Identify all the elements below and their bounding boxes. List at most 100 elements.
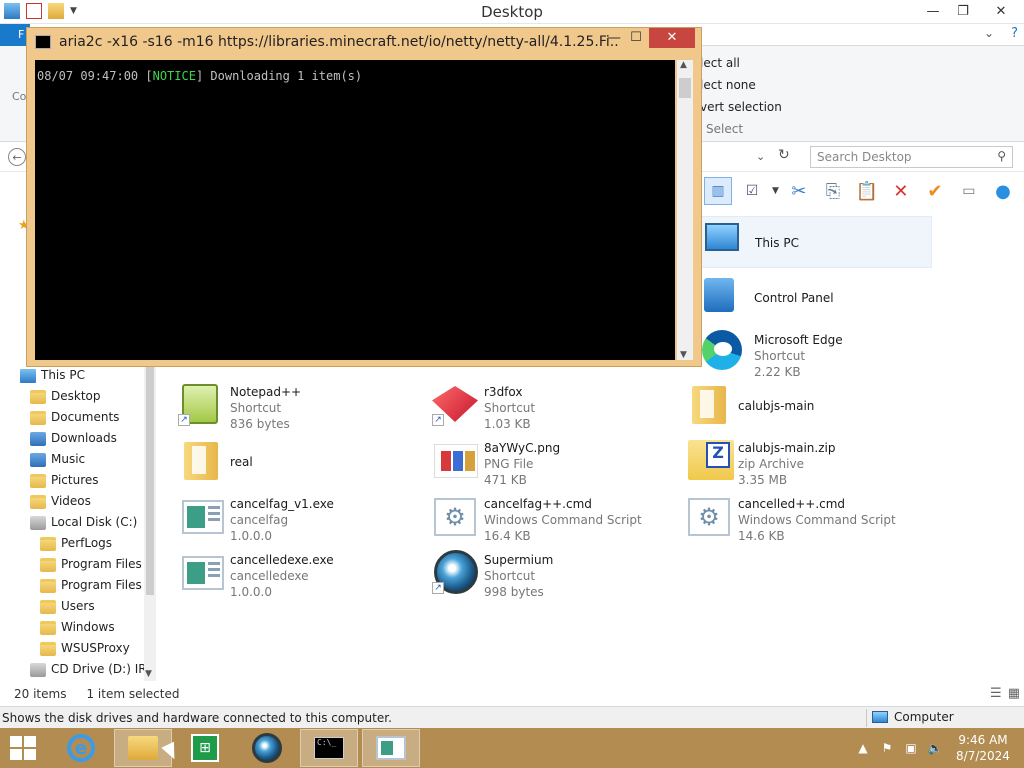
checkbox-view-dropdown-icon[interactable]: ▼ [772,186,779,196]
explorer-title-bar[interactable]: ▼ Desktop — ❐ ✕ [0,0,1024,24]
folder-glyph-icon [184,442,218,480]
music-icon [30,452,46,467]
console-scrollbar-thumb[interactable] [679,78,691,98]
file-item[interactable]: cancelfag_v1.exe cancelfag 1.0.0.0 [176,492,416,544]
file-item[interactable]: real [176,436,416,488]
file-item-text: cancelfag_v1.exe cancelfag 1.0.0.0 [230,492,334,544]
console-scroll-down-icon[interactable]: ▼ [680,350,687,360]
file-item[interactable]: Microsoft Edge Shortcut 2.22 KB [700,328,940,380]
file-item[interactable]: This PC [700,216,932,268]
taskbar-store[interactable]: ⊞ [176,729,234,767]
file-name: cancelled++.cmd [738,497,846,511]
nav-item[interactable]: Desktop [0,386,144,407]
network-icon[interactable]: ● [989,177,1017,205]
clock[interactable]: 9:46 AM 8/7/2024 [950,732,1016,764]
close-button[interactable]: ✕ [978,0,1024,22]
file-size: 3.35 MB [738,473,788,487]
ribbon-expand-icon[interactable]: ⌄ [984,26,994,40]
system-tray: ▲ ⚑ ▣ 🔈 9:46 AM 8/7/2024 [854,728,1024,768]
navigation-scrollbar-thumb[interactable] [146,365,154,595]
file-item[interactable]: ⚙ cancelled++.cmd Windows Command Script 14… [684,492,924,544]
refresh-icon[interactable]: ↻ [778,147,790,163]
details-view-icon[interactable]: ☰ [990,686,1002,701]
nav-item[interactable]: Users [0,596,144,617]
network-tray-icon[interactable]: ▣ [902,739,920,757]
taskbar-app[interactable] [362,729,420,767]
nav-item[interactable]: CD Drive (D:) IR3_ [0,659,144,680]
select-none-button[interactable]: lect none [700,74,782,96]
checkbox-view-icon[interactable]: ☑ [738,177,766,205]
globe-file-icon: ↗ [430,548,480,596]
help-icon[interactable]: ? [1011,26,1018,41]
show-hidden-icons-icon[interactable]: ▲ [854,739,872,757]
action-center-flag-icon[interactable]: ⚑ [878,739,896,757]
nav-item[interactable]: Local Disk (C:) [0,512,144,533]
taskbar-ie[interactable]: e [52,729,110,767]
paste-icon[interactable]: 📋 [853,177,881,205]
copy-icon[interactable]: ⎘ [819,177,847,205]
file-item[interactable]: ↗ Supermium Shortcut 998 bytes [430,548,670,600]
nav-item[interactable]: Downloads [0,428,144,449]
console-output[interactable]: 08/07 09:47:00 [NOTICE] Downloading 1 it… [35,60,675,360]
start-button[interactable] [10,736,36,760]
command-prompt-icon: C:\_ [314,737,344,759]
back-button[interactable]: ← [8,148,26,166]
file-item[interactable]: cancelledexe.exe cancelledexe 1.0.0.0 [176,548,416,600]
app-file-icon [176,548,226,596]
nav-item[interactable]: Program Files ( [0,575,144,596]
nav-item[interactable]: Music [0,449,144,470]
file-name: cancelfag++.cmd [484,497,592,511]
taskbar-supermium[interactable] [238,729,296,767]
supermium-icon [252,733,282,763]
rename-check-icon[interactable]: ✔ [921,177,949,205]
nav-item[interactable]: Program Files [0,554,144,575]
preview-pane-icon[interactable]: ▥ [704,177,732,205]
file-item[interactable]: calubjs-main.zip zip Archive 3.35 MB [684,436,924,488]
nav-item[interactable]: Pictures [0,470,144,491]
file-item[interactable]: 8aYWyC.png PNG File 471 KB [430,436,670,488]
tiles-view-icon[interactable]: ▦ [1008,686,1020,701]
console-scrollbar[interactable]: ▲ ▼ [677,60,693,360]
minimize-button[interactable]: — [918,0,948,22]
file-explorer-icon [128,736,158,760]
maximize-button[interactable]: ❐ [948,0,978,22]
file-item[interactable]: ↗ Notepad++ Shortcut 836 bytes [176,380,416,432]
delete-icon[interactable]: ✕ [887,177,915,205]
taskbar-cmd[interactable]: C:\_ [300,729,358,767]
search-icon: ⚲ [997,149,1006,163]
nav-item[interactable]: This PC [0,365,144,386]
disk-icon [30,515,46,530]
nav-item[interactable]: Windows [0,617,144,638]
console-close-button[interactable]: ✕ [649,28,695,48]
file-item[interactable]: Control Panel [700,272,940,324]
file-name: Supermium [484,553,554,567]
console-maximize-button[interactable]: ☐ [623,30,649,50]
navigation-scrollbar[interactable]: ▼ [144,365,156,681]
file-item-text: Notepad++ Shortcut 836 bytes [230,380,301,432]
file-item[interactable]: ↗ r3dfox Shortcut 1.03 KB [430,380,670,432]
folder-icon [40,578,56,593]
file-size: 836 bytes [230,417,290,431]
select-all-button[interactable]: lect all [700,52,782,74]
invert-selection-button[interactable]: vert selection [700,96,782,118]
cut-icon[interactable]: ✂ [785,177,813,205]
cmd-icon[interactable] [35,35,51,49]
file-size: 471 KB [484,473,527,487]
edge-glyph-icon [702,330,742,370]
volume-muted-icon[interactable]: 🔈 [926,739,944,757]
nav-item[interactable]: WSUSProxy [0,638,144,659]
address-dropdown-icon[interactable]: ⌄ [756,150,765,163]
clock-date: 8/7/2024 [956,749,1010,763]
nav-item[interactable]: PerfLogs [0,533,144,554]
file-item[interactable]: ⚙ cancelfag++.cmd Windows Command Script 16… [430,492,670,544]
file-item[interactable]: calubjs-main [684,380,924,432]
console-notice-tag: NOTICE [152,69,196,83]
nav-item[interactable]: Videos [0,491,144,512]
select-group-label: Select [706,122,744,136]
console-title-bar[interactable]: aria2c -x16 -s16 -m16 https://libraries.… [27,28,701,56]
console-scroll-up-icon[interactable]: ▲ [680,60,687,70]
search-input[interactable]: Search Desktop ⚲ [810,146,1013,168]
scroll-down-icon[interactable]: ▼ [145,669,152,679]
properties-toolbar-icon[interactable]: ▭ [955,177,983,205]
nav-item[interactable]: Documents [0,407,144,428]
